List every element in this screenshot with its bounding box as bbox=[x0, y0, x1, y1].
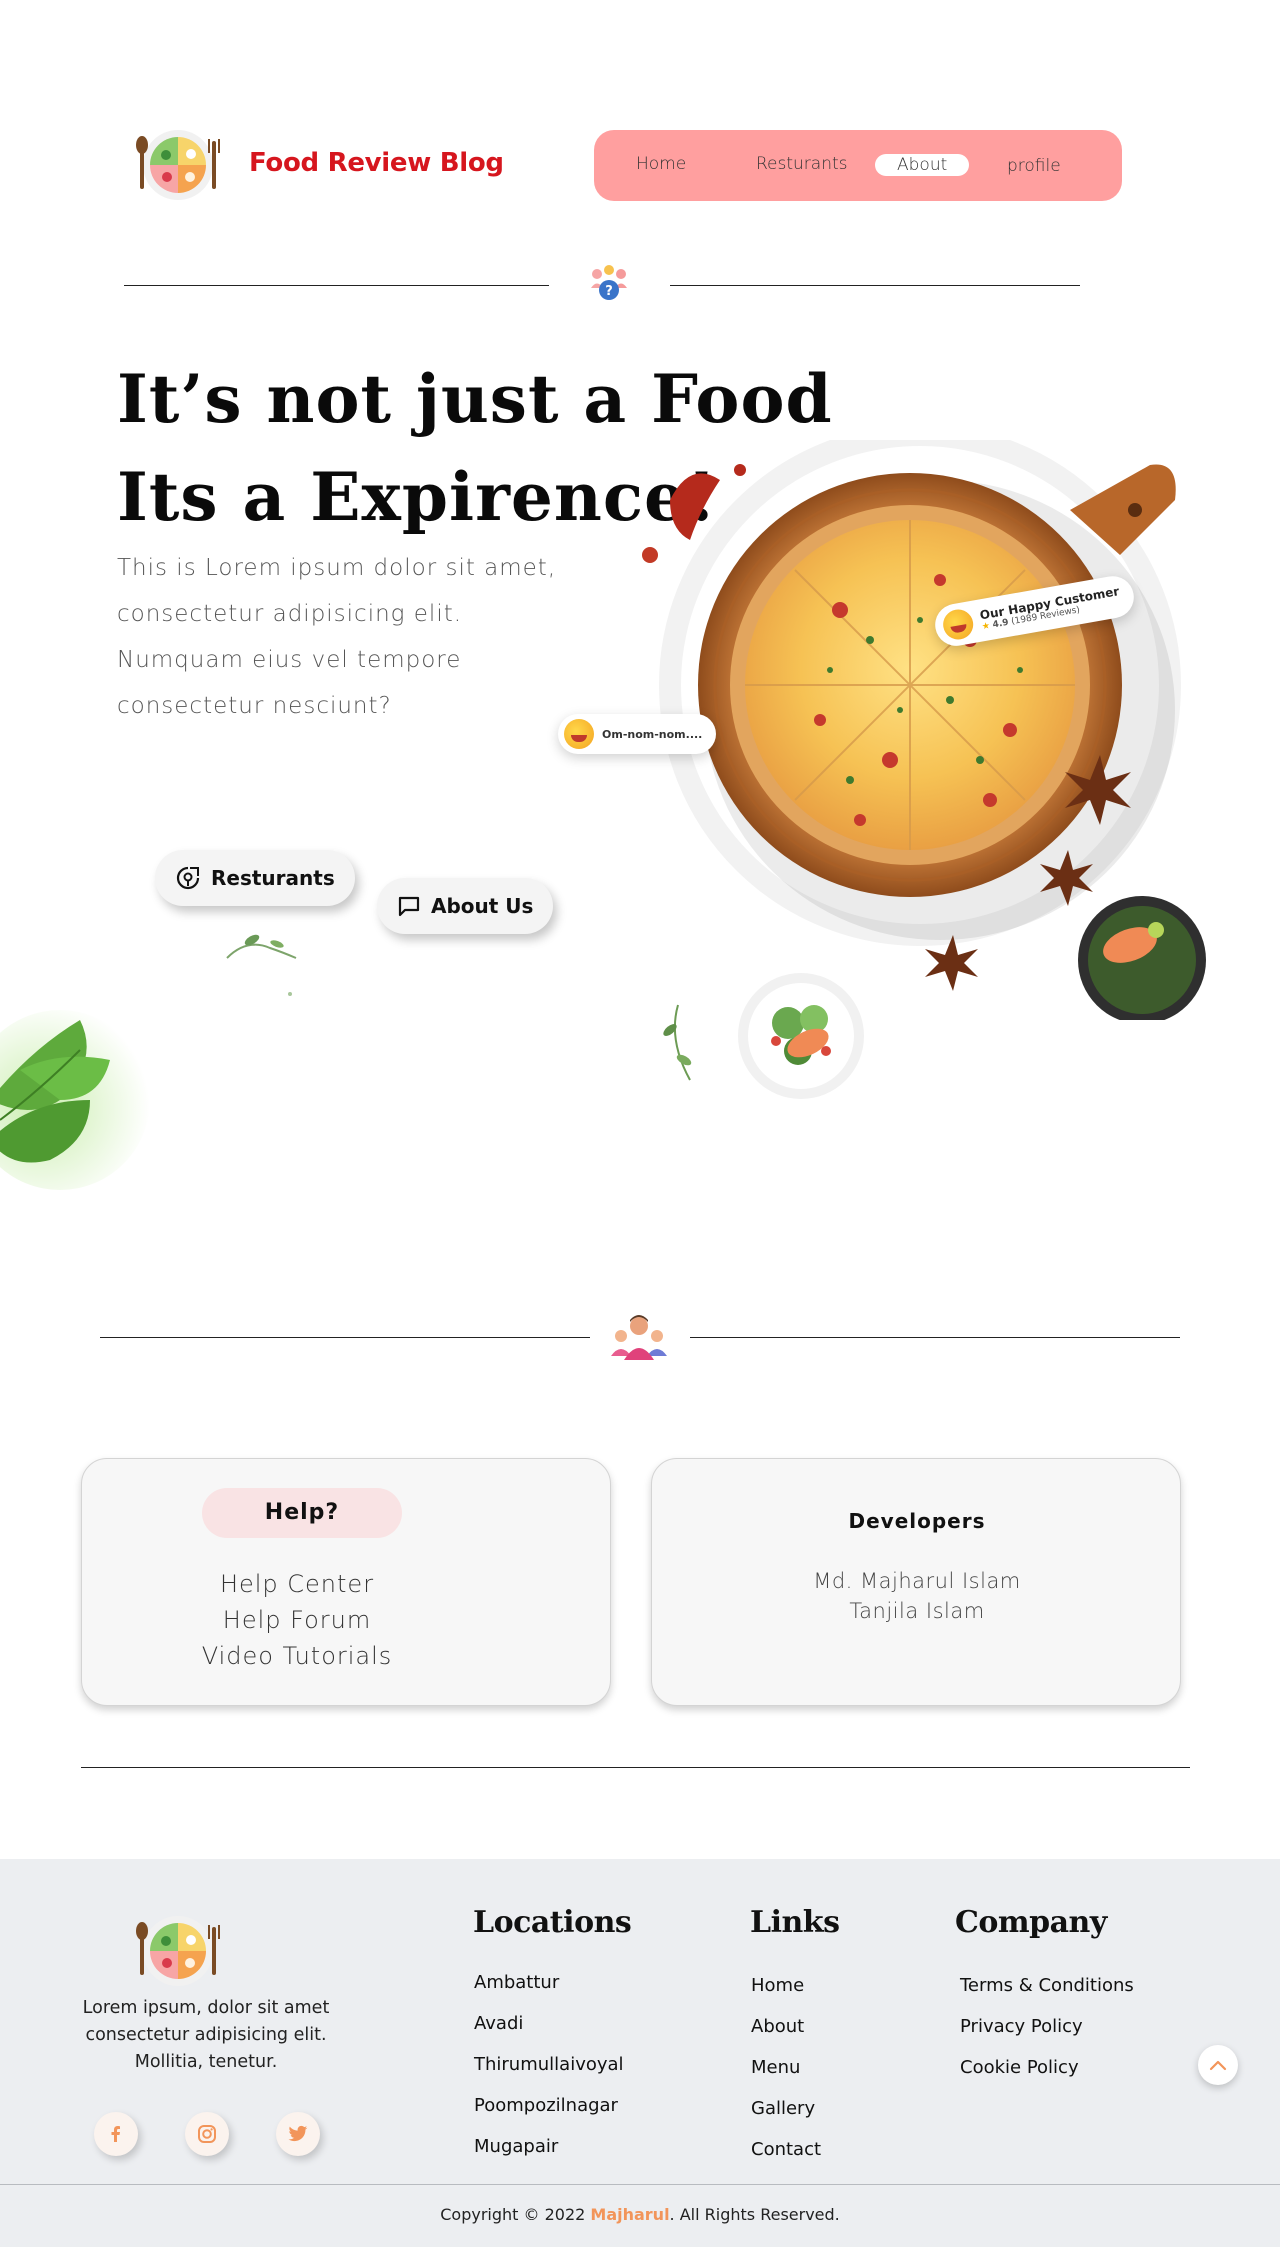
page: Food Review Blog Home Resturants About p… bbox=[0, 0, 1280, 2247]
restaurant-location-icon bbox=[176, 866, 200, 890]
nav-item-profile[interactable]: profile bbox=[1007, 156, 1061, 176]
cookie-policy-link[interactable]: Cookie Policy bbox=[960, 2057, 1079, 2078]
hero-title-line-1: It’s not just a Food bbox=[117, 360, 833, 438]
terms-link[interactable]: Terms & Conditions bbox=[960, 1975, 1134, 1996]
footer-link-contact[interactable]: Contact bbox=[751, 2139, 821, 2160]
footer-link-menu[interactable]: Menu bbox=[751, 2057, 800, 2078]
help-forum-link[interactable]: Help Forum bbox=[82, 1606, 512, 1634]
developers-card: Developers Md. Majharul Islam Tanjila Is… bbox=[651, 1458, 1181, 1706]
svg-text:?: ? bbox=[605, 284, 613, 299]
location-link[interactable]: Thirumullaivoyal bbox=[474, 2054, 624, 2075]
about-us-button-label: About Us bbox=[431, 894, 534, 918]
logo-icon[interactable] bbox=[133, 127, 223, 203]
company-title: Company bbox=[955, 1905, 1107, 1940]
footer-logo-icon[interactable] bbox=[133, 1913, 223, 1994]
location-link[interactable]: Mugapair bbox=[474, 2136, 558, 2157]
team-icon bbox=[608, 1312, 670, 1367]
footer-link-about[interactable]: About bbox=[751, 2016, 804, 2037]
developer-name: Md. Majharul Islam bbox=[813, 1569, 1021, 1593]
rating-value: 4.9 bbox=[991, 617, 1010, 631]
mint-leaves-image bbox=[0, 1010, 150, 1190]
location-link[interactable]: Avadi bbox=[474, 2013, 523, 2034]
nav-item-about[interactable]: About bbox=[875, 154, 970, 176]
locations-title: Locations bbox=[473, 1905, 632, 1940]
nav-item-resturants[interactable]: Resturants bbox=[756, 154, 848, 174]
team-divider-left bbox=[100, 1337, 590, 1338]
community-help-icon: ? bbox=[588, 262, 630, 309]
section-divider-left bbox=[124, 285, 549, 286]
salmon-salad-bowl-image bbox=[738, 973, 864, 1099]
links-title: Links bbox=[750, 1905, 840, 1940]
footer-link-home[interactable]: Home bbox=[751, 1975, 804, 1996]
location-link[interactable]: Poompozilnagar bbox=[474, 2095, 618, 2116]
footer-link-gallery[interactable]: Gallery bbox=[751, 2098, 815, 2119]
main-nav: Home Resturants About profile bbox=[594, 130, 1122, 201]
copyright-author-link[interactable]: Majharul bbox=[590, 2205, 669, 2224]
star-icon: ★ bbox=[981, 621, 991, 633]
privacy-policy-link[interactable]: Privacy Policy bbox=[960, 2016, 1083, 2037]
developers-card-title: Developers bbox=[848, 1509, 986, 1533]
om-nom-badge: Om-nom-nom.... bbox=[558, 714, 717, 754]
copyright-prefix: Copyright © 2022 bbox=[440, 2205, 591, 2224]
chat-bubble-icon bbox=[398, 896, 420, 917]
location-link[interactable]: Ambattur bbox=[474, 1972, 559, 1993]
herb-sprig-image bbox=[226, 934, 297, 996]
footer: Lorem ipsum, dolor sit amet consectetur … bbox=[0, 1859, 1280, 2247]
restaurants-button[interactable]: Resturants bbox=[155, 850, 355, 906]
developer-name: Tanjila Islam bbox=[849, 1599, 985, 1623]
help-card-title: Help? bbox=[202, 1488, 402, 1538]
chevron-up-icon bbox=[1209, 2060, 1227, 2071]
scroll-to-top-button[interactable] bbox=[1198, 2045, 1238, 2085]
instagram-icon[interactable] bbox=[185, 2112, 229, 2156]
nav-item-home[interactable]: Home bbox=[636, 154, 686, 174]
copyright-text: Copyright © 2022 Majharul. All Rights Re… bbox=[0, 2205, 1280, 2224]
about-us-button[interactable]: About Us bbox=[377, 878, 554, 934]
hero-description: This is Lorem ipsum dolor sit amet, cons… bbox=[117, 555, 557, 719]
help-card: Help? Help Center Help Forum Video Tutor… bbox=[81, 1458, 611, 1706]
help-center-link[interactable]: Help Center bbox=[82, 1570, 512, 1598]
facebook-icon[interactable] bbox=[94, 2112, 138, 2156]
video-tutorials-link[interactable]: Video Tutorials bbox=[82, 1642, 512, 1670]
restaurants-button-label: Resturants bbox=[211, 866, 335, 890]
om-nom-label: Om-nom-nom.... bbox=[602, 727, 703, 741]
team-divider-right bbox=[690, 1337, 1180, 1338]
copyright-divider bbox=[0, 2184, 1280, 2185]
brand-title[interactable]: Food Review Blog bbox=[249, 148, 504, 178]
footer-description: Lorem ipsum, dolor sit amet consectetur … bbox=[82, 1998, 330, 2072]
copyright-suffix: . All Rights Reserved. bbox=[669, 2205, 840, 2224]
smiling-emoji-icon bbox=[940, 607, 976, 642]
section-divider-right bbox=[670, 285, 1080, 286]
pre-footer-divider bbox=[81, 1767, 1190, 1768]
twitter-icon[interactable] bbox=[276, 2112, 320, 2156]
laughing-emoji-icon bbox=[564, 719, 594, 749]
